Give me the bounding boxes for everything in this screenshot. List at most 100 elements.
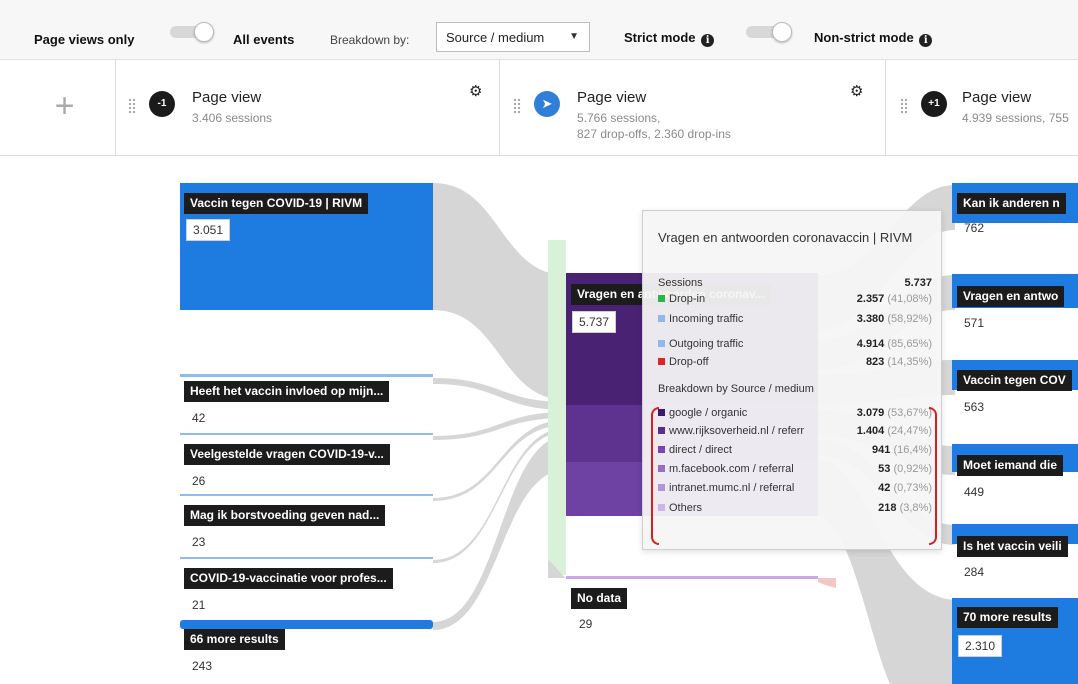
- breakdown-row: Others 218 (3,8%): [658, 502, 932, 518]
- breakdown-value: 42: [878, 482, 891, 494]
- metric-value: 823: [865, 356, 885, 368]
- node-count: 243: [192, 659, 213, 673]
- all-events-label[interactable]: All events: [233, 32, 294, 47]
- legend-swatch: [658, 409, 665, 416]
- breakdown-label: google / organic: [669, 407, 748, 419]
- breakdown-value: 3.079: [856, 407, 885, 419]
- metric-label: Outgoing traffic: [669, 338, 744, 350]
- step-sessions: 4.939 sessions, 755: [962, 111, 1069, 125]
- step-dropoffs: 827 drop-offs, 2.360 drop-ins: [577, 127, 731, 141]
- node-block[interactable]: [180, 620, 433, 629]
- breakdown-row: google / organic 3.079 (53,67%): [658, 407, 932, 423]
- node-count: 26: [192, 474, 206, 488]
- rocket-icon: ➤: [534, 91, 560, 117]
- breakdown-pct: (24,47%): [887, 425, 932, 437]
- step-sessions: 5.766 sessions,: [577, 111, 661, 125]
- breakdown-pct: (0,73%): [893, 482, 932, 494]
- legend-swatch: [658, 340, 665, 347]
- node-label[interactable]: Veelgestelde vragen COVID-19-v...: [184, 444, 390, 465]
- drag-handle-icon[interactable]: [900, 98, 908, 114]
- node-label[interactable]: 66 more results: [184, 629, 285, 650]
- step-sessions: 3.406 sessions: [192, 111, 273, 125]
- gear-icon[interactable]: ⚙: [469, 82, 482, 100]
- breakdown-row: direct / direct 941 (16,4%): [658, 444, 932, 460]
- metric-pct: (14,35%): [887, 356, 932, 368]
- node-count: 21: [192, 598, 206, 612]
- breakdown-row: intranet.mumc.nl / referral 42 (0,73%): [658, 482, 932, 498]
- node-block[interactable]: [180, 494, 433, 496]
- node-count: 284: [964, 565, 985, 579]
- flow-link: [433, 436, 566, 630]
- node-label[interactable]: Kan ik anderen n: [957, 193, 1066, 214]
- legend-swatch: [658, 358, 665, 365]
- metric-pct: (41,08%): [887, 293, 932, 305]
- step-offset-badge: -1: [149, 91, 175, 117]
- page-views-only-label[interactable]: Page views only: [34, 32, 134, 47]
- metric-value: 3.380: [856, 313, 885, 325]
- legend-swatch: [658, 465, 665, 472]
- page-views-toggle[interactable]: [170, 22, 216, 42]
- tooltip-sessions-label: Sessions: [658, 277, 703, 289]
- breakdown-pct: (16,4%): [893, 444, 932, 456]
- strict-mode-toggle[interactable]: [746, 22, 792, 42]
- node-count: 762: [964, 221, 985, 235]
- info-icon[interactable]: i: [701, 34, 715, 47]
- step-column-prev[interactable]: -1 Page view 3.406 sessions ⚙: [116, 60, 500, 156]
- node-block[interactable]: [180, 374, 433, 377]
- drop-in-band: [548, 240, 566, 575]
- step-title: Page view: [577, 89, 647, 106]
- breakdown-label: Others: [669, 502, 703, 514]
- tooltip-sessions-row: Sessions 5.737: [658, 277, 932, 293]
- node-block[interactable]: [180, 557, 433, 559]
- node-count: 23: [192, 535, 206, 549]
- breakdown-select[interactable]: Source / medium ▼: [436, 22, 590, 52]
- node-label[interactable]: Vragen en antwo: [957, 286, 1065, 307]
- tooltip-metric-row: Incoming traffic 3.380 (58,92%): [658, 313, 932, 329]
- legend-swatch: [658, 295, 665, 302]
- node-label[interactable]: Heeft het vaccin invloed op mijn...: [184, 381, 390, 402]
- drag-handle-icon[interactable]: [513, 98, 521, 114]
- tooltip-breakdown-heading: Breakdown by Source / medium: [658, 383, 814, 395]
- info-icon[interactable]: i: [919, 34, 933, 47]
- breakdown-label: intranet.mumc.nl / referral: [669, 482, 795, 494]
- non-strict-mode-label[interactable]: Non-strict mode i: [814, 30, 933, 47]
- tooltip-metric-row: Outgoing traffic 4.914 (85,65%): [658, 338, 932, 354]
- legend-swatch: [658, 427, 665, 434]
- node-count: 449: [964, 485, 985, 499]
- breakdown-row: m.facebook.com / referral 53 (0,92%): [658, 463, 932, 479]
- drop-off-band: [818, 578, 836, 588]
- node-label[interactable]: Moet iemand die: [957, 455, 1064, 476]
- no-data-label[interactable]: No data: [571, 588, 628, 609]
- node-label[interactable]: COVID-19-vaccinatie voor profes...: [184, 568, 393, 589]
- tooltip-metric-row: Drop-off 823 (14,35%): [658, 356, 932, 372]
- strict-mode-label[interactable]: Strict mode i: [624, 30, 715, 47]
- breakdown-pct: (3,8%): [899, 502, 932, 514]
- metric-label: Drop-in: [669, 293, 706, 305]
- step-column-next[interactable]: +1 Page view 4.939 sessions, 755: [886, 60, 1078, 156]
- flow-link: [433, 183, 566, 400]
- node-label[interactable]: Vaccin tegen COV: [957, 370, 1072, 391]
- highlight-bracket-right: [929, 407, 937, 545]
- node-label[interactable]: 70 more results: [957, 607, 1058, 628]
- metric-pct: (85,65%): [887, 338, 932, 350]
- legend-swatch: [658, 315, 665, 322]
- node-label[interactable]: Vaccin tegen COVID-19 | RIVM: [184, 193, 369, 214]
- no-data-block[interactable]: [566, 576, 818, 579]
- metric-pct: (58,92%): [887, 313, 932, 325]
- add-step-button[interactable]: +: [14, 60, 116, 156]
- non-strict-mode-text: Non-strict mode: [814, 30, 914, 45]
- tooltip-metric-row: Drop-in 2.357 (41,08%): [658, 293, 932, 309]
- step-column-current[interactable]: ➤ Page view 5.766 sessions, 827 drop-off…: [500, 60, 886, 156]
- legend-swatch: [658, 446, 665, 453]
- node-tooltip: Vragen en antwoorden coronavaccin | RIVM…: [642, 210, 942, 550]
- legend-swatch: [658, 504, 665, 511]
- breakdown-value: 1.404: [856, 425, 885, 437]
- node-label[interactable]: Mag ik borstvoeding geven nad...: [184, 505, 386, 526]
- node-block[interactable]: [180, 433, 433, 435]
- breakdown-select-value: Source / medium: [446, 30, 545, 45]
- drag-handle-icon[interactable]: [128, 98, 136, 114]
- node-label[interactable]: Is het vaccin veili: [957, 536, 1068, 557]
- node-count: 563: [964, 400, 985, 414]
- gear-icon[interactable]: ⚙: [850, 82, 863, 100]
- plus-icon: +: [54, 87, 75, 125]
